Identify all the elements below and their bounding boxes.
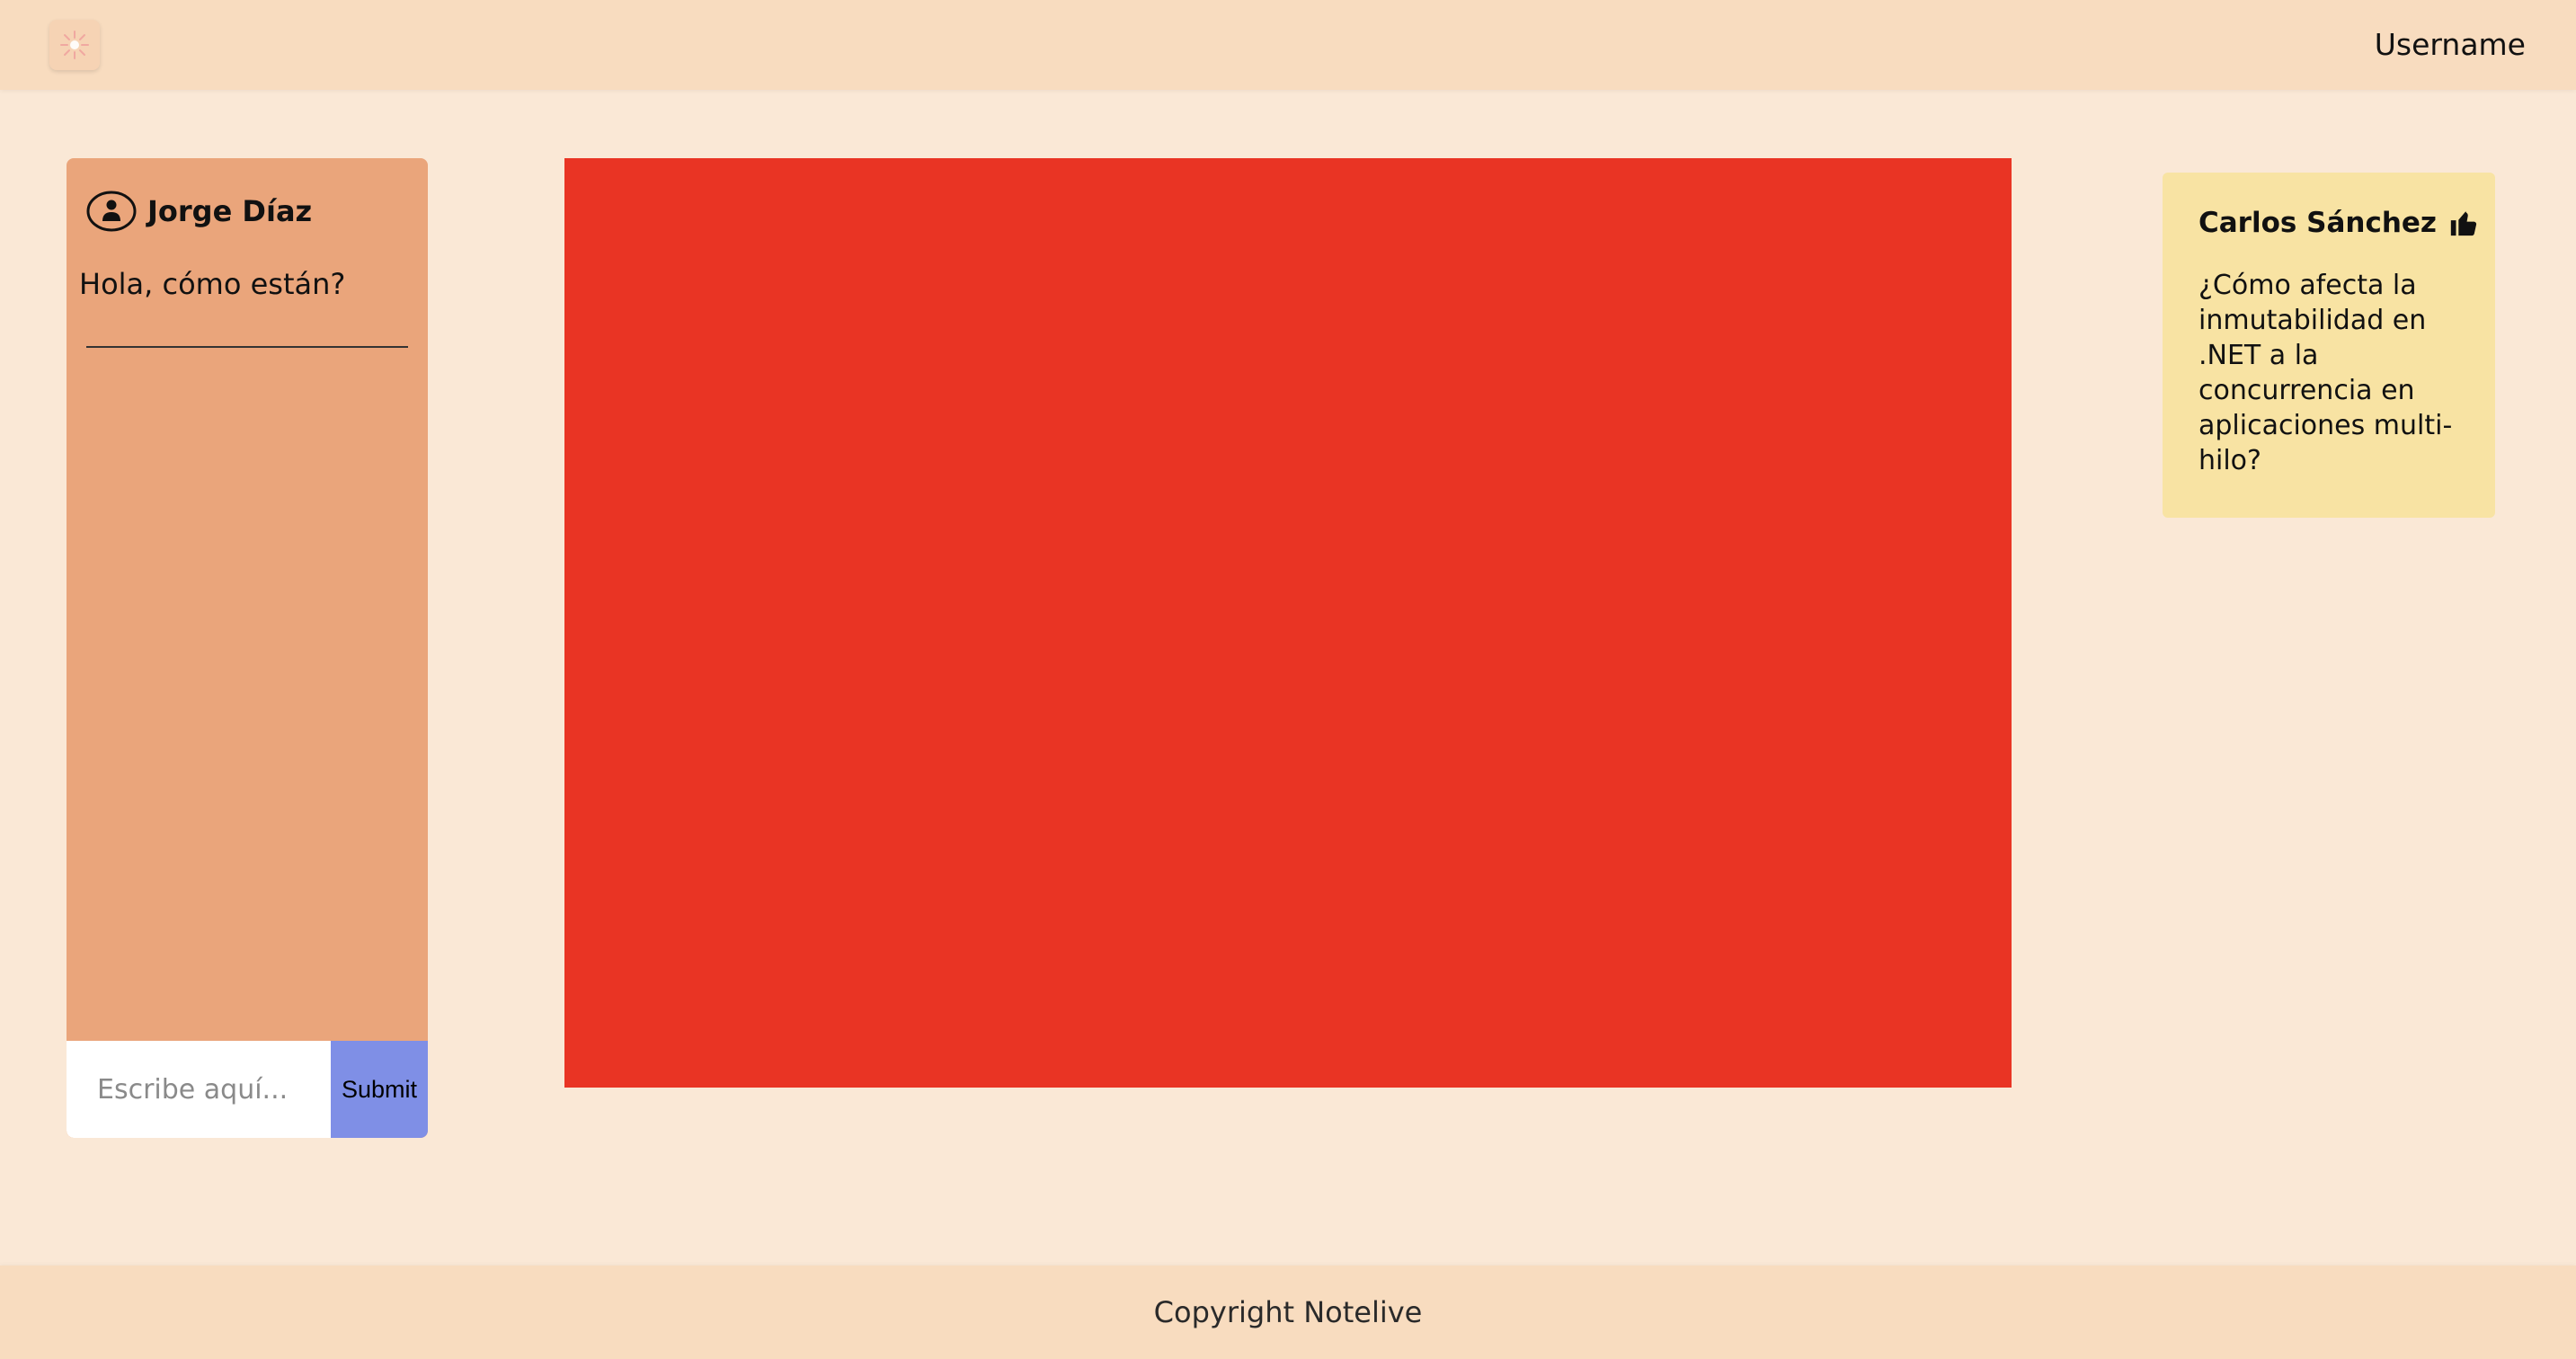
user-circle-icon	[86, 191, 137, 232]
question-header: Carlos Sánchez	[2198, 203, 2482, 243]
question-author-name: Carlos Sánchez	[2198, 207, 2437, 239]
chat-author-name: Jorge Díaz	[147, 194, 313, 228]
thumbs-up-icon[interactable]	[2446, 205, 2482, 241]
chat-message-input[interactable]	[67, 1041, 331, 1138]
chat-message-author: Jorge Díaz	[86, 191, 312, 232]
app-root: Username Jorge Díaz Hola, cómo están? Su…	[0, 0, 2576, 1359]
sparkle-logo-icon[interactable]	[49, 20, 100, 70]
question-text: ¿Cómo afecta la inmutabilidad en .NET a …	[2198, 270, 2453, 476]
chat-message-text: Hola, cómo están?	[79, 267, 346, 301]
chat-divider	[86, 346, 408, 348]
copyright-text: Copyright Notelive	[1153, 1295, 1423, 1329]
footer: Copyright Notelive	[0, 1266, 2576, 1359]
chat-panel: Jorge Díaz Hola, cómo están? Submit	[67, 158, 428, 1138]
video-player-area[interactable]	[564, 158, 2012, 1088]
top-bar: Username	[0, 0, 2576, 90]
chat-form: Submit	[67, 1041, 428, 1138]
question-card: Carlos Sánchez ¿Cómo afecta la inmutabil…	[2163, 173, 2495, 518]
username-menu[interactable]: Username	[2375, 25, 2526, 65]
submit-button[interactable]: Submit	[331, 1041, 428, 1138]
